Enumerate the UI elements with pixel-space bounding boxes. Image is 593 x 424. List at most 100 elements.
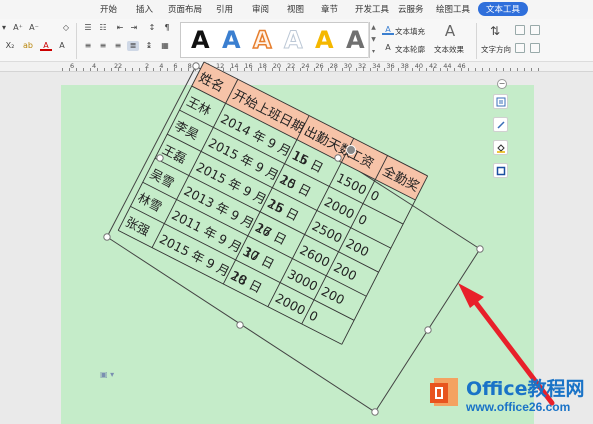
text-fill-icon[interactable]: A [382,25,394,35]
text-style-4[interactable]: A [284,25,304,55]
font-color-icon[interactable]: A [40,41,52,51]
resize-handle[interactable] [156,154,164,162]
resize-handle[interactable] [103,233,111,241]
show-marks-icon[interactable]: ¶ [161,23,173,33]
border-icon[interactable] [493,163,508,178]
ruler-number: 22 [287,62,296,70]
resize-handle[interactable] [371,408,379,416]
menu-tab-11[interactable]: 文本工具 [478,2,529,16]
gallery-more-icon[interactable]: ▾ [369,46,378,58]
ruler-tick [216,68,217,71]
collapse-tools-icon[interactable]: − [497,79,507,89]
ruler-tick [209,68,210,71]
bullet-list-icon[interactable]: ☰ [82,23,94,33]
ruler-tick [510,68,511,71]
ruler-tick [160,68,161,71]
ruler-tick [356,68,357,71]
text-direction-button[interactable]: 文字方向 [481,44,511,55]
textbox-unlink-icon[interactable] [530,25,540,35]
text-direction-icon[interactable]: ⇅ [486,23,504,39]
gallery-scroll[interactable]: ▲ ▼ ▾ [368,22,378,58]
resize-handle[interactable] [424,326,432,334]
resize-handle[interactable] [192,62,200,70]
increase-indent-icon[interactable]: ⇥ [128,23,140,33]
ruler-tick [279,68,280,71]
text-outline-button[interactable]: 文本轮廓 [395,44,425,55]
sort-icon[interactable]: ↕ [146,23,158,33]
ruler-tick [342,68,343,71]
ruler-tick [391,68,392,71]
line-spacing-icon[interactable]: ↨ [143,41,155,51]
align-right-icon[interactable]: ≡ [112,41,124,51]
char-shading-icon[interactable]: A [56,41,68,51]
align-left-icon[interactable]: ≡ [82,41,94,51]
gallery-up-icon[interactable]: ▲ [369,22,378,34]
ruler-tick [447,68,448,71]
superscript-icon[interactable]: X₂ [4,41,16,51]
menu-tab-6[interactable]: 视图 [287,3,304,15]
numbered-list-icon[interactable]: ☷ [97,23,109,33]
ruler-tick [517,68,518,71]
ruler-number: 24 [301,62,310,70]
ruler-tick [125,68,126,71]
text-effect-icon[interactable]: A [441,23,459,39]
ruler-tick [328,68,329,71]
highlight-icon[interactable]: ab [22,41,34,51]
resize-handle[interactable] [236,321,244,329]
ruler-tick [153,68,154,71]
resize-handle[interactable] [334,154,342,162]
menu-tab-9[interactable]: 云服务 [398,3,424,15]
layout-options-icon[interactable] [493,94,508,109]
text-outline-icon[interactable]: A [382,43,394,53]
ruler-tick [384,68,385,71]
menu-tab-3[interactable]: 页面布局 [168,3,202,15]
menu-tab-8[interactable]: 开发工具 [355,3,389,15]
align-center-icon[interactable]: ≡ [97,41,109,51]
horizontal-ruler[interactable]: 6 4 2 2 2 4 6 8 10 12 14 16 18 20 22 24 26 28 30 32 34 36 38 40… [0,62,593,72]
resize-handle[interactable] [476,245,484,253]
paragraph-mark-icon: ▣ ▾ [100,370,115,379]
ruler-tick [174,68,175,71]
text-effect-button[interactable]: 文本效果 [434,44,464,55]
menu-tab-10[interactable]: 绘图工具 [436,3,470,15]
menu-tab-1[interactable]: 开始 [100,3,117,15]
ruler-tick [419,68,420,71]
ruler-tick [538,68,539,71]
clear-format-icon[interactable]: ◇ [60,23,72,33]
watermark-title: Office教程网 [466,378,585,400]
ruler-tick [503,68,504,71]
font-grow-icon[interactable]: A⁺ [12,23,24,33]
textbox-link-icon[interactable] [515,25,525,35]
align-justify-icon[interactable]: ≣ [127,41,139,51]
menu-tab-5[interactable]: 审阅 [252,3,269,15]
ruler-tick [244,68,245,71]
gallery-down-icon[interactable]: ▼ [369,34,378,46]
borders-icon[interactable]: ▦ [159,41,171,51]
ruler-tick [426,68,427,71]
text-style-2[interactable]: A [222,25,241,55]
menu-tab-2[interactable]: 插入 [136,3,153,15]
ruler-tick [286,68,287,71]
textbox-next-icon[interactable] [530,43,540,53]
menu-bar: 开始 插入 页面布局 引用 审阅 视图 章节 开发工具 云服务 绘图工具 文本工具 [0,0,593,19]
text-style-1[interactable]: A [191,25,210,55]
font-shrink-icon[interactable]: A⁻ [28,23,40,33]
ruler-tick [188,68,189,71]
fill-bucket-icon[interactable] [493,140,508,155]
ruler-tick [482,68,483,71]
text-fill-button[interactable]: 文本填充 [395,26,425,37]
textbox-prev-icon[interactable] [515,43,525,53]
font-size-dropdown[interactable]: ▾ [0,23,8,33]
ruler-tick [363,68,364,71]
ruler-tick [489,68,490,71]
pen-icon[interactable] [493,117,508,132]
text-style-6[interactable]: A [346,25,365,55]
menu-tab-4[interactable]: 引用 [216,3,233,15]
rotate-handle-icon[interactable] [346,145,356,155]
decrease-indent-icon[interactable]: ⇤ [114,23,126,33]
ruler-tick [272,68,273,71]
text-style-3[interactable]: A [252,25,272,55]
menu-tab-7[interactable]: 章节 [321,3,338,15]
ruler-number: 26 [315,62,324,70]
text-style-5[interactable]: A [315,25,334,55]
